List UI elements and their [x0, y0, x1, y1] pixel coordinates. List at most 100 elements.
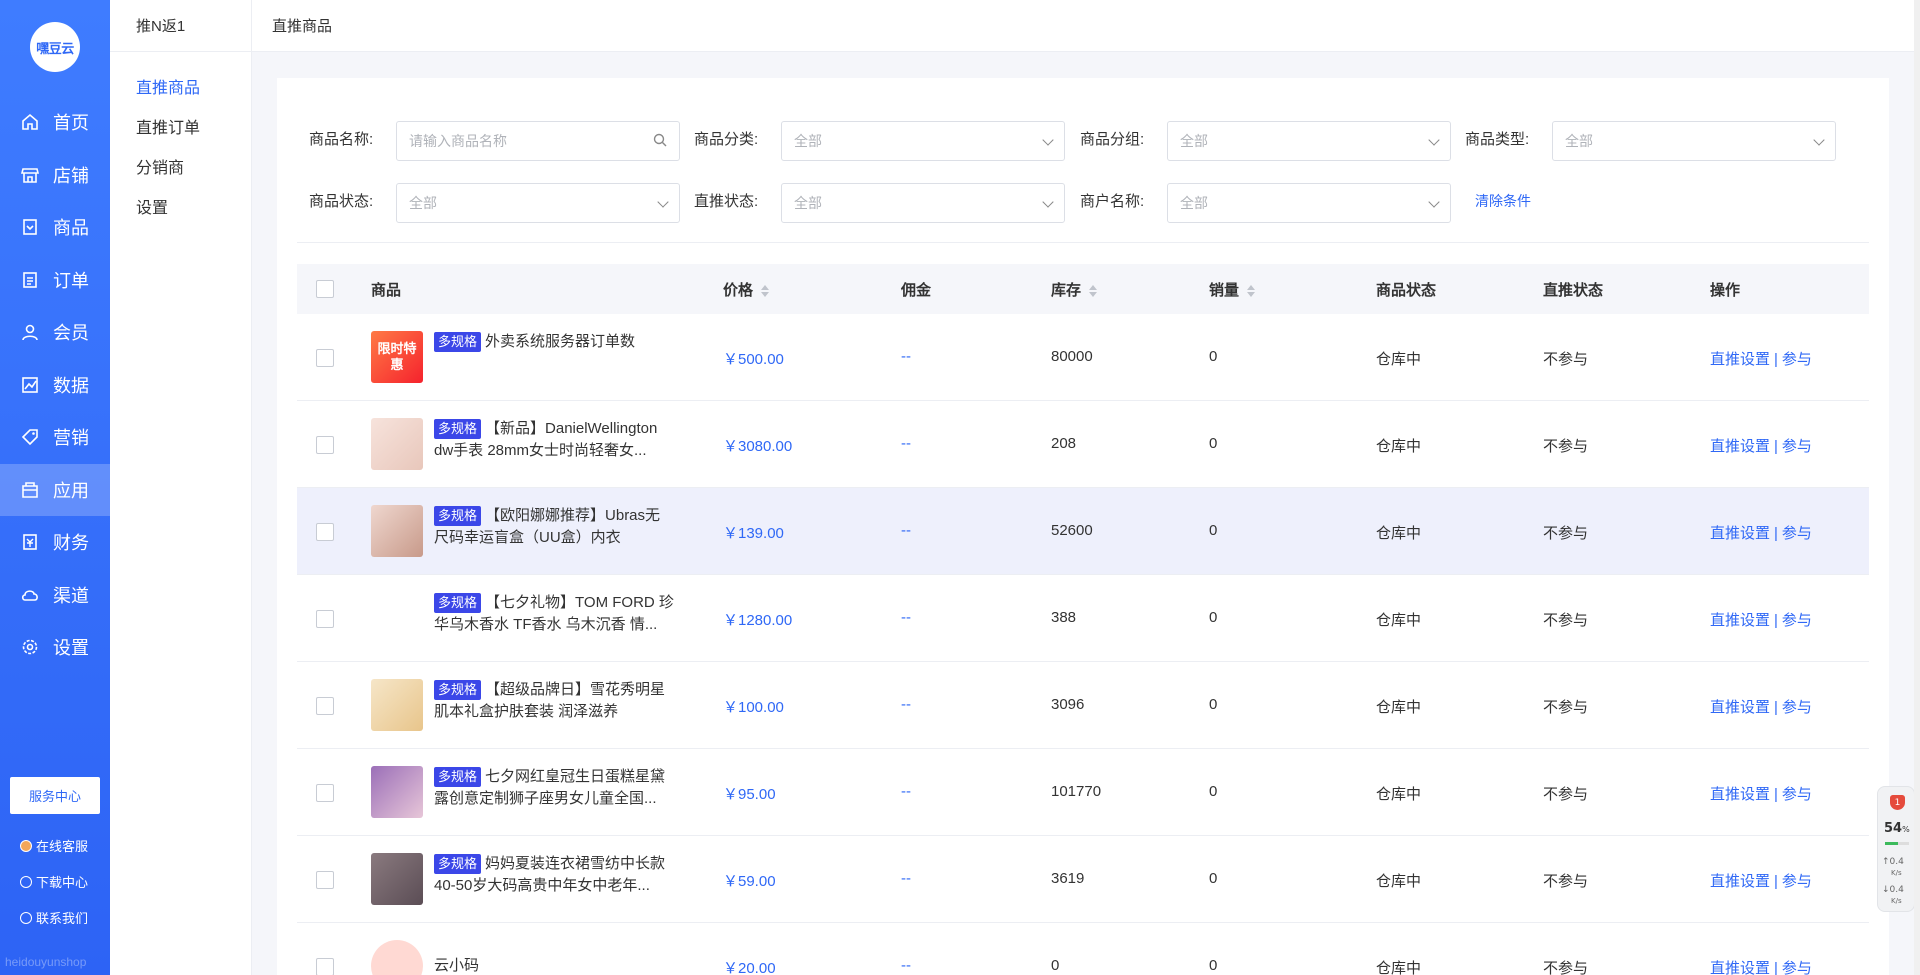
row-checkbox[interactable] — [316, 349, 334, 367]
table-header: 商品 价格 佣金 库存 销量 商品状态 直推状态 操作 — [297, 264, 1869, 314]
push-setting-link[interactable]: 直推设置 — [1710, 786, 1770, 803]
header-price[interactable]: 价格 — [723, 279, 770, 300]
multi-spec-badge: 多规格 — [434, 680, 482, 700]
product-price: ￥95.00 — [723, 786, 776, 803]
push-status-value: 全部 — [794, 195, 822, 211]
row-checkbox[interactable] — [316, 523, 334, 541]
subnav-settings[interactable]: 设置 — [110, 186, 251, 226]
category-select[interactable]: 全部 — [781, 121, 1065, 161]
nav-item-settings[interactable]: 设置 — [0, 621, 110, 674]
nav-item-home[interactable]: 首页 — [0, 96, 110, 149]
product-name[interactable]: 多规格 外卖系统服务器订单数 — [434, 331, 674, 353]
product-name[interactable]: 多规格 七夕网红皇冠生日蛋糕星黛露创意定制狮子座男女儿童全国... — [434, 766, 674, 810]
primary-nav: 首页 店铺 商品 订单 会员 数据 营销 应用 财务 渠道 设置 — [0, 96, 110, 674]
product-stock: 80000 — [1051, 348, 1093, 365]
gear-icon — [20, 637, 40, 657]
product-name[interactable]: 多规格 【超级品牌日】雪花秀明星肌本礼盒护肤套装 润泽滋养 — [434, 679, 674, 723]
filter-group-label: 商品分组: — [1080, 131, 1145, 148]
upload-speed-value: 0.4 — [1889, 857, 1904, 867]
clear-filters-link[interactable]: 清除条件 — [1475, 191, 1531, 211]
ops-separator: | — [1774, 351, 1778, 368]
push-setting-link[interactable]: 直推设置 — [1710, 438, 1770, 455]
header-stock[interactable]: 库存 — [1051, 279, 1098, 300]
nav-item-goods[interactable]: 商品 — [0, 201, 110, 254]
join-link[interactable]: 参与 — [1782, 525, 1812, 542]
ops-separator: | — [1774, 612, 1778, 629]
product-name[interactable]: 多规格 【新品】DanielWellington dw手表 28mm女士时尚轻奢女… — [434, 418, 674, 462]
sort-icon[interactable] — [1247, 284, 1256, 297]
contact-us-link[interactable]: 联系我们 — [20, 908, 88, 927]
push-status-select[interactable]: 全部 — [781, 183, 1065, 223]
nav-item-data[interactable]: 数据 — [0, 359, 110, 412]
push-setting-link[interactable]: 直推设置 — [1710, 612, 1770, 629]
push-setting-link[interactable]: 直推设置 — [1710, 525, 1770, 542]
search-input[interactable]: 请输入商品名称 — [396, 121, 680, 161]
join-link[interactable]: 参与 — [1782, 699, 1812, 716]
row-checkbox[interactable] — [316, 610, 334, 628]
product-stock: 3619 — [1051, 870, 1085, 887]
network-speed-widget[interactable]: 1 54% ↑0.4 K/s ↓0.4 K/s — [1877, 786, 1915, 912]
join-link[interactable]: 参与 — [1782, 960, 1812, 975]
row-checkbox[interactable] — [316, 436, 334, 454]
row-checkbox[interactable] — [316, 784, 334, 802]
subnav-distributors[interactable]: 分销商 — [110, 146, 251, 186]
product-thumbnail — [371, 766, 423, 818]
upload-speed: ↑0.4 — [1882, 857, 1904, 867]
online-service-link[interactable]: 在线客服 — [20, 836, 88, 855]
download-center-link[interactable]: 下载中心 — [20, 872, 88, 891]
push-setting-link[interactable]: 直推设置 — [1710, 873, 1770, 890]
cpu-bar-fill — [1885, 842, 1898, 845]
chevron-down-icon — [657, 196, 669, 208]
row-checkbox[interactable] — [316, 958, 334, 975]
group-select[interactable]: 全部 — [1167, 121, 1451, 161]
header-stock-label: 库存 — [1051, 281, 1082, 299]
nav-item-app[interactable]: 应用 — [0, 463, 110, 516]
join-link[interactable]: 参与 — [1782, 351, 1812, 368]
product-name[interactable]: 多规格 妈妈夏装连衣裙雪纺中长款40-50岁大码高贵中年女中老年... — [434, 853, 674, 897]
product-price: ￥1280.00 — [723, 612, 793, 629]
status-select[interactable]: 全部 — [396, 183, 680, 223]
row-checkbox[interactable] — [316, 871, 334, 889]
logo[interactable]: 嘿豆云 — [30, 22, 80, 72]
push-setting-link[interactable]: 直推设置 — [1710, 699, 1770, 716]
table-body: 限时特惠 多规格 外卖系统服务器订单数 ￥500.00 -- 80000 0 仓库中 不参与 直推… — [297, 314, 1869, 975]
type-select[interactable]: 全部 — [1552, 121, 1836, 161]
ops-separator: | — [1774, 438, 1778, 455]
row-operations: 直推设置 | 参与 — [1710, 435, 1812, 456]
nav-item-member[interactable]: 会员 — [0, 306, 110, 359]
header-sales[interactable]: 销量 — [1209, 279, 1256, 300]
multi-spec-badge: 多规格 — [434, 506, 482, 526]
nav-item-store[interactable]: 店铺 — [0, 149, 110, 202]
select-all-checkbox[interactable] — [316, 280, 334, 298]
join-link[interactable]: 参与 — [1782, 786, 1812, 803]
download-speed-unit: K/s — [1891, 897, 1902, 905]
sort-icon[interactable] — [1089, 284, 1098, 297]
search-icon[interactable] — [653, 133, 667, 150]
row-operations: 直推设置 | 参与 — [1710, 870, 1812, 891]
product-name[interactable]: 云小码 — [434, 955, 674, 975]
nav-item-order[interactable]: 订单 — [0, 254, 110, 307]
sort-icon[interactable] — [761, 284, 770, 297]
download-icon — [20, 875, 32, 888]
join-link[interactable]: 参与 — [1782, 873, 1812, 890]
service-center-button[interactable]: 服务中心 — [10, 777, 100, 814]
nav-item-finance[interactable]: 财务 — [0, 516, 110, 569]
subnav-direct-orders[interactable]: 直推订单 — [110, 106, 251, 146]
nav-item-channel[interactable]: 渠道 — [0, 569, 110, 622]
filter-type-label: 商品类型: — [1465, 131, 1530, 148]
upload-speed-unit: K/s — [1891, 869, 1902, 877]
product-name[interactable]: 多规格 【欧阳娜娜推荐】Ubras无尺码幸运盲盒（UU盒）内衣 — [434, 505, 674, 549]
subnav-direct-goods[interactable]: 直推商品 — [110, 66, 251, 106]
push-setting-link[interactable]: 直推设置 — [1710, 351, 1770, 368]
join-link[interactable]: 参与 — [1782, 438, 1812, 455]
product-commission: -- — [901, 522, 911, 539]
product-price: ￥100.00 — [723, 699, 784, 716]
push-setting-link[interactable]: 直推设置 — [1710, 960, 1770, 975]
merchant-select[interactable]: 全部 — [1167, 183, 1451, 223]
nav-item-marketing[interactable]: 营销 — [0, 411, 110, 464]
page-scrollbar[interactable] — [1914, 0, 1920, 975]
product-commission: -- — [901, 348, 911, 365]
product-name[interactable]: 多规格 【七夕礼物】TOM FORD 珍华乌木香水 TF香水 乌木沉香 情... — [434, 592, 674, 636]
join-link[interactable]: 参与 — [1782, 612, 1812, 629]
row-checkbox[interactable] — [316, 697, 334, 715]
